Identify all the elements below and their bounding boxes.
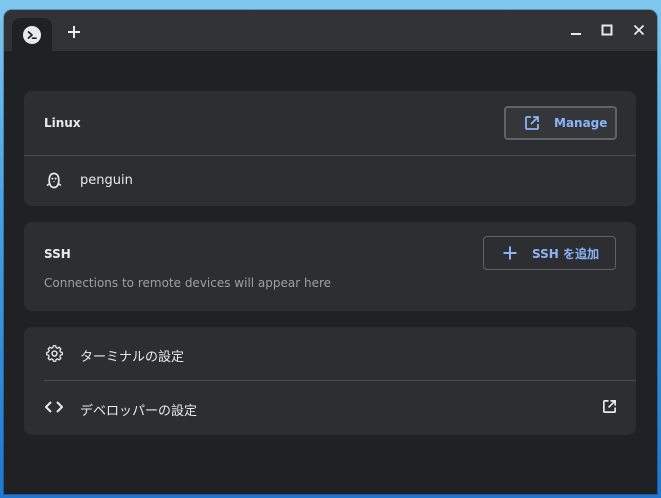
ssh-heading: SSH (44, 247, 71, 261)
terminal-settings-label: ターミナルの設定 (80, 350, 185, 365)
code-icon (45, 398, 63, 416)
terminal-window: Linux Manage penguin SSH Connections to … (4, 10, 657, 494)
linux-heading: Linux (44, 116, 81, 130)
terminal-settings-row[interactable]: ターミナルの設定 (24, 327, 636, 380)
container-row-penguin[interactable]: penguin (24, 156, 636, 206)
penguin-icon (45, 171, 63, 189)
terminal-icon (23, 25, 41, 44)
gear-icon (45, 344, 63, 362)
plus-icon (502, 245, 518, 261)
new-tab-button[interactable] (64, 22, 84, 42)
close-button[interactable] (630, 21, 648, 39)
maximize-button[interactable] (598, 21, 616, 39)
developer-settings-row[interactable]: デベロッパーの設定 (24, 381, 636, 435)
add-ssh-button[interactable]: SSH を追加 (483, 236, 616, 270)
developer-settings-label: デベロッパーの設定 (80, 404, 198, 419)
ssh-empty-message: Connections to remote devices will appea… (44, 276, 332, 290)
title-bar (4, 10, 657, 51)
close-icon (633, 24, 645, 36)
settings-section: ターミナルの設定 デベロッパーの設定 (24, 327, 636, 435)
maximize-icon (601, 24, 613, 36)
add-ssh-label: SSH を追加 (532, 247, 599, 261)
minimize-icon (571, 33, 581, 35)
open-external-icon (600, 397, 618, 415)
manage-button-label: Manage (554, 116, 608, 130)
minimize-button[interactable] (567, 21, 585, 39)
plus-icon (68, 26, 80, 38)
linux-section: Linux Manage penguin (24, 91, 636, 206)
tab-terminal-home[interactable] (12, 18, 52, 51)
open-external-icon (523, 114, 541, 132)
ssh-section: SSH Connections to remote devices will a… (24, 222, 636, 311)
container-name: penguin (80, 173, 133, 188)
manage-button[interactable]: Manage (504, 106, 617, 140)
